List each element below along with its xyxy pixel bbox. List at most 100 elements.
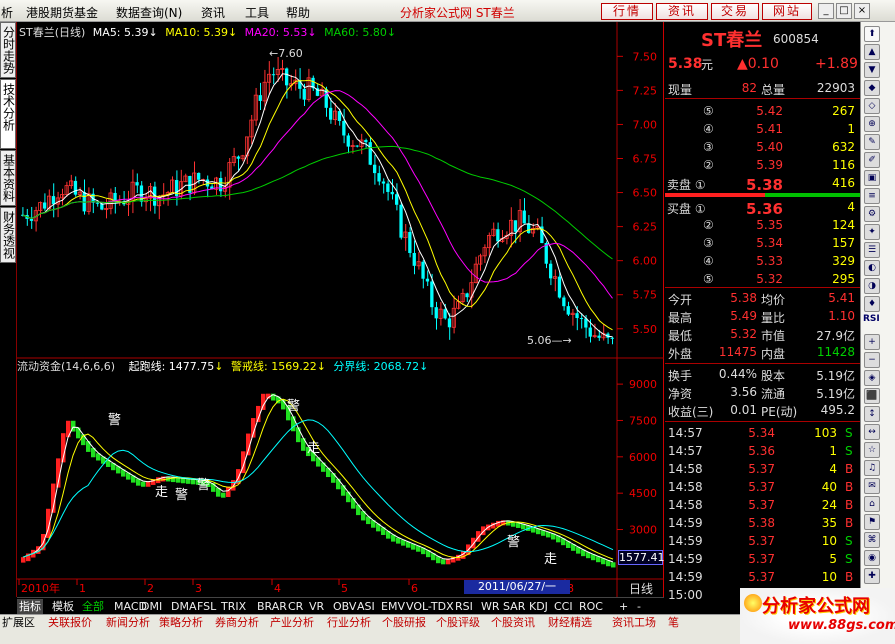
indicator-tab[interactable]: WR [479, 599, 502, 614]
toolbar-icon-9[interactable]: ▣ [864, 170, 880, 186]
toolbar-icon-3[interactable]: ▼ [864, 62, 880, 78]
maximize-button[interactable]: □ [836, 3, 852, 19]
toolbar-icon-15[interactable]: ◑ [864, 278, 880, 294]
kline-chart-svg[interactable]: 7.50 7.25 7.00 6.75 6.50 6.25 6.00 5.75 5.50 900… [17, 22, 664, 597]
menu-item-data-query[interactable]: 数据查询(N) [116, 4, 182, 21]
flow-bar-down [331, 473, 336, 483]
status-tab[interactable]: 新闻分析 [106, 616, 150, 630]
tick-volume: 103 [814, 426, 837, 440]
candle-body-down [522, 210, 526, 224]
website-top-button[interactable]: 网站 [762, 3, 812, 20]
close-button[interactable]: × [854, 3, 870, 19]
status-tab[interactable]: 行业分析 [327, 616, 371, 630]
indicator-tab[interactable]: SAR [501, 599, 527, 614]
indicator-tab[interactable]: BRAR [255, 599, 289, 614]
stat-value: 495.2 [820, 403, 855, 417]
indicator-tab[interactable]: DMI [139, 599, 164, 614]
indicator-tab[interactable]: CR [286, 599, 305, 614]
toolbar-icon-6[interactable]: ⊕ [864, 116, 880, 132]
toolbar-icon-11[interactable]: ⚙ [864, 206, 880, 222]
menu-item-help[interactable]: 帮助 [286, 4, 310, 21]
toolbar-icon-30[interactable]: ✚ [864, 568, 880, 584]
high-price-label: ←7.60 [269, 47, 303, 60]
indicator-tab[interactable]: ROC [577, 599, 605, 614]
chart-area[interactable]: 7.50 7.25 7.00 6.75 6.50 6.25 6.00 5.75 5.50 900… [17, 22, 665, 597]
toolbar-icon-25[interactable]: ✉ [864, 478, 880, 494]
status-tab[interactable]: 产业分析 [270, 616, 314, 630]
toolbar-icon-1[interactable]: ⬆ [864, 26, 880, 42]
indicator-tab[interactable]: 指标 [17, 599, 43, 614]
candle-body-down [443, 309, 447, 319]
rsi-label[interactable]: RSI [863, 314, 880, 324]
quote-top-button[interactable]: 行情 [601, 3, 653, 20]
toolbar-icon-17[interactable]: + [864, 334, 880, 350]
indicator-tab[interactable]: TRIX [219, 599, 248, 614]
status-tab[interactable]: 个股资讯 [491, 616, 535, 630]
tick-side: S [845, 426, 853, 440]
status-tab[interactable]: 个股评级 [436, 616, 480, 630]
indicator-tab[interactable]: CCI [552, 599, 575, 614]
menu-item-tools[interactable]: 工具 [245, 4, 269, 21]
indicator-tab[interactable]: EMV [379, 599, 407, 614]
indicator-tab[interactable]: RSI [453, 599, 475, 614]
indicator-tab[interactable]: 模板 [50, 599, 76, 614]
indicator-tab[interactable]: ASI [355, 599, 377, 614]
status-tab[interactable]: 券商分析 [215, 616, 259, 630]
flow-tick-label: 9000 [629, 378, 657, 391]
toolbar-icon-7[interactable]: ✎ [864, 134, 880, 150]
minimize-button[interactable]: _ [818, 3, 834, 19]
toolbar-icon-24[interactable]: ♫ [864, 460, 880, 476]
tab-technical[interactable]: 技术分析 [0, 79, 16, 149]
toolbar-icon-12[interactable]: ✦ [864, 224, 880, 240]
stat-value: 5.49 [730, 309, 757, 323]
toolbar-icon-18[interactable]: − [864, 352, 880, 368]
toolbar-icon-27[interactable]: ⚑ [864, 514, 880, 530]
toolbar-icon-22[interactable]: ↔ [864, 424, 880, 440]
toolbar-icon-20[interactable]: ⬛ [864, 388, 880, 404]
toolbar-icon-2[interactable]: ▲ [864, 44, 880, 60]
toolbar-icon-14[interactable]: ◐ [864, 260, 880, 276]
period-label[interactable]: 日线 [629, 580, 653, 597]
toolbar-icon-4[interactable]: ◆ [864, 80, 880, 96]
indicator-tab[interactable]: + [617, 599, 630, 614]
time-tick-label: 5 [341, 582, 348, 595]
status-tab[interactable]: 个股研报 [382, 616, 426, 630]
indicator-tab[interactable]: - [635, 599, 643, 614]
indicator-tab[interactable]: VOL-TDX [404, 599, 456, 614]
buy-price: 5.34 [756, 236, 783, 250]
menu-item-news[interactable]: 资讯 [201, 4, 225, 21]
indicator-tab[interactable]: KDJ [527, 599, 550, 614]
news-top-button[interactable]: 资讯 [656, 3, 708, 20]
menu-item-analysis[interactable]: 析 [1, 4, 13, 21]
toolbar-icon-8[interactable]: ✐ [864, 152, 880, 168]
tab-fundamental[interactable]: 基本资料 [0, 150, 16, 206]
toolbar-icon-23[interactable]: ☆ [864, 442, 880, 458]
indicator-tab[interactable]: 全部 [80, 599, 106, 614]
toolbar-icon-19[interactable]: ◈ [864, 370, 880, 386]
status-tab[interactable]: 扩展区 [2, 616, 35, 630]
stat-value: 5.32 [730, 327, 757, 341]
toolbar-icon-29[interactable]: ◉ [864, 550, 880, 566]
toolbar-icon-13[interactable]: ☰ [864, 242, 880, 258]
indicator-tab[interactable]: VR [307, 599, 326, 614]
status-tab[interactable]: 关联报价 [48, 616, 92, 630]
toolbar-icon-10[interactable]: ≡ [864, 188, 880, 204]
trade-top-button[interactable]: 交易 [711, 3, 759, 20]
status-tab[interactable]: 策略分析 [159, 616, 203, 630]
toolbar-icon-28[interactable]: ⌘ [864, 532, 880, 548]
stock-name: ST春兰 [701, 30, 763, 51]
tab-financial[interactable]: 财务透视 [0, 207, 16, 263]
toolbar-icon-26[interactable]: ⌂ [864, 496, 880, 512]
menu-item-hk-futures[interactable]: 港股期货基金 [26, 4, 98, 21]
status-tab[interactable]: 资讯工场 [612, 616, 656, 630]
sub-legend-jingjie: 警戒线: 1569.22 [231, 360, 317, 373]
status-tab[interactable]: 财经精选 [548, 616, 592, 630]
status-tab[interactable]: 笔 [668, 616, 679, 630]
tab-intraday[interactable]: 分时走势 [0, 22, 16, 78]
buy-volume: 157 [832, 236, 855, 250]
toolbar-icon-16[interactable]: ♦ [864, 296, 880, 312]
toolbar-icon-5[interactable]: ◇ [864, 98, 880, 114]
price-tick-label: 5.75 [633, 289, 658, 302]
toolbar-icon-21[interactable]: ↕ [864, 406, 880, 422]
indicator-tab[interactable]: FSL [195, 599, 218, 614]
